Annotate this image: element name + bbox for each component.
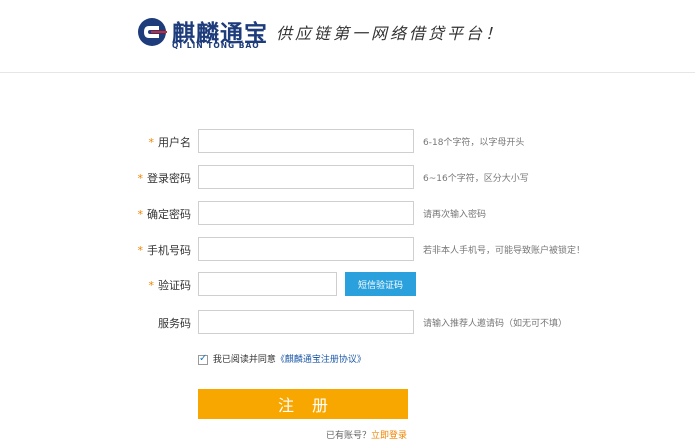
verify-code-input[interactable] (198, 272, 337, 296)
confirm-password-hint: 请再次输入密码 (423, 210, 487, 220)
form-row-username: * 用户名 6-18个字符，以字母开头 (0, 129, 695, 155)
logo-icon (138, 18, 167, 46)
password-label: * 登录密码 (137, 172, 192, 185)
verify-code-label: * 验证码 (148, 279, 192, 292)
required-mark: * (148, 279, 155, 292)
required-mark: * (148, 136, 155, 149)
form-row-service-code: 服务码 请输入推荐人邀请码（如无可不填） (0, 310, 695, 336)
login-link[interactable]: 立即登录 (371, 431, 407, 441)
required-mark: * (137, 244, 144, 257)
have-account-text: 已有账号？ (326, 431, 372, 441)
brand-subtitle: QI LIN TONG BAO (172, 41, 260, 50)
required-mark: * (137, 172, 144, 185)
phone-input[interactable] (198, 237, 414, 261)
form-row-password: * 登录密码 6~16个字符，区分大小写 (0, 165, 695, 191)
form-row-verify-code: * 验证码 短信验证码 (0, 272, 695, 298)
slogan: 供应链第一网络借贷平台！ (276, 24, 505, 43)
header: 麒麟通宝 QI LIN TONG BAO 供应链第一网络借贷平台！ (0, 0, 695, 73)
agree-text: 我已阅读并同意 (212, 355, 276, 365)
phone-label: * 手机号码 (137, 244, 192, 257)
username-input[interactable] (198, 129, 414, 153)
required-mark: * (137, 208, 144, 221)
agreement-row: ✓ 我已阅读并同意《麒麟通宝注册协议》 (198, 352, 366, 365)
confirm-password-input[interactable] (198, 201, 414, 225)
login-prompt: 已有账号？立即登录 (326, 428, 407, 441)
username-hint: 6-18个字符，以字母开头 (423, 138, 525, 148)
service-code-label: 服务码 (158, 317, 191, 330)
sms-code-button[interactable]: 短信验证码 (345, 272, 416, 296)
check-icon: ✓ (199, 352, 208, 364)
register-button[interactable]: 注册 (198, 389, 408, 419)
password-input[interactable] (198, 165, 414, 189)
confirm-password-label: * 确定密码 (137, 208, 192, 221)
agreement-link[interactable]: 《麒麟通宝注册协议》 (276, 355, 366, 365)
phone-hint: 若非本人手机号，可能导致账户被锁定！ (423, 246, 586, 256)
form-row-phone: * 手机号码 若非本人手机号，可能导致账户被锁定！ (0, 237, 695, 263)
password-hint: 6~16个字符，区分大小写 (423, 174, 529, 184)
service-code-hint: 请输入推荐人邀请码（如无可不填） (423, 319, 568, 329)
username-label: * 用户名 (148, 136, 192, 149)
form-row-confirm-password: * 确定密码 请再次输入密码 (0, 201, 695, 227)
agree-checkbox[interactable]: ✓ (198, 352, 208, 365)
service-code-input[interactable] (198, 310, 414, 334)
